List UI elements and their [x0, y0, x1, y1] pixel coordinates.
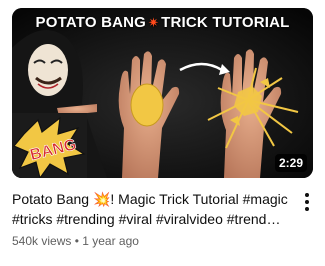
duration-badge: 2:29: [274, 154, 307, 172]
view-count: 540k views: [12, 234, 72, 248]
potato-chip: [130, 83, 164, 127]
thumbnail-scene: BANG: [12, 8, 313, 178]
video-thumbnail[interactable]: BANG POTATO BANG ✷ TRICK TUTORIAL 2:29: [12, 8, 313, 178]
burst-icon: ✷: [148, 15, 160, 30]
upload-age: 1 year ago: [82, 234, 139, 248]
video-meta: Potato Bang 💥! Magic Trick Tutorial #mag…: [12, 189, 290, 248]
video-stats: 540k views • 1 year ago: [12, 234, 290, 248]
stats-separator: •: [71, 234, 83, 248]
thumbnail-headline: POTATO BANG ✷ TRICK TUTORIAL: [12, 14, 313, 31]
kebab-menu-icon[interactable]: [299, 191, 315, 215]
video-title[interactable]: Potato Bang 💥! Magic Trick Tutorial #mag…: [12, 189, 290, 229]
thumbnail-headline-right: TRICK TUTORIAL: [161, 14, 290, 31]
thumbnail-headline-left: POTATO BANG: [35, 14, 147, 31]
video-card: BANG POTATO BANG ✷ TRICK TUTORIAL 2:29 P…: [0, 0, 325, 266]
